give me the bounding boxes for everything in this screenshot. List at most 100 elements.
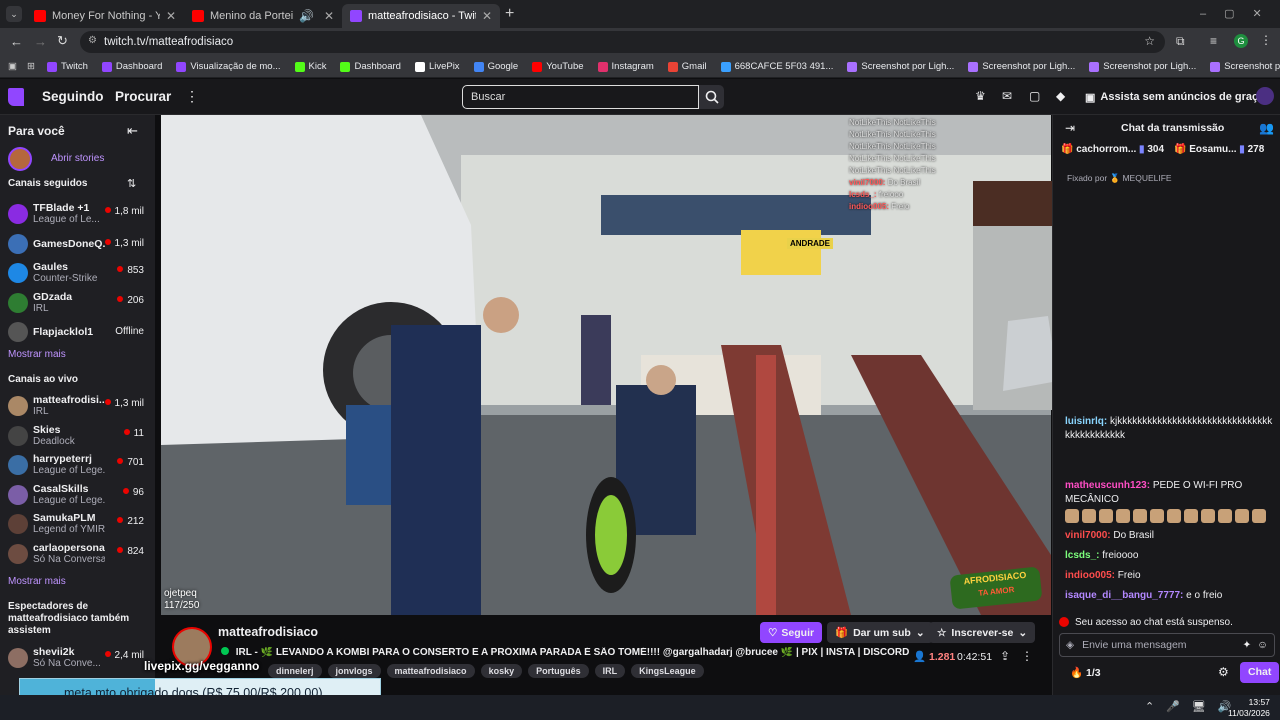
profile-avatar[interactable]: G — [1234, 34, 1248, 48]
collapse-sidebar-icon[interactable]: ⇤ — [127, 123, 138, 139]
menu-icon[interactable]: ⋮ — [1260, 33, 1272, 47]
bits-icon[interactable]: ◆ — [1056, 89, 1065, 103]
twitch-logo-icon[interactable] — [8, 88, 24, 106]
sidebar-channel-item[interactable]: Gaules Counter-Strike 853 — [8, 260, 148, 288]
bookmark-item[interactable]: Twitch — [46, 61, 88, 72]
bookmark-item[interactable]: Screenshot por Ligh... — [847, 61, 954, 72]
show-more-live[interactable]: Mostrar mais — [8, 576, 66, 587]
prime-crown-icon[interactable]: ♛ — [975, 89, 986, 103]
sidebar-channel-item[interactable]: Skies Deadlock 11 — [8, 423, 148, 451]
user-avatar[interactable] — [1256, 87, 1274, 105]
stream-tag[interactable]: IRL — [594, 664, 626, 678]
channel-name[interactable]: matteafrodisiaco — [218, 625, 318, 639]
site-info-icon[interactable]: ⚙ — [88, 35, 97, 46]
follow-button[interactable]: ♡ Seguir — [760, 622, 823, 643]
collapse-chat-icon[interactable]: ⇥ — [1065, 121, 1075, 135]
url-field[interactable]: ⚙ twitch.tv/matteafrodisiaco ☆ — [80, 31, 1165, 53]
chat-send-button[interactable]: Chat — [1240, 662, 1280, 683]
chat-username[interactable]: indioo005: — [1065, 570, 1115, 581]
browser-tab-3[interactable]: matteafrodisiaco - Twitch ✕ — [342, 4, 500, 28]
bookmark-item[interactable]: Kick — [294, 61, 326, 72]
close-icon[interactable]: ✕ — [324, 9, 334, 23]
clock[interactable]: 13:57 11/03/2026 — [1228, 697, 1270, 719]
chat-username[interactable]: matheuscunh123: — [1065, 480, 1150, 491]
more-icon[interactable]: ⋮ — [185, 88, 199, 105]
sidebar-channel-item[interactable]: matteafrodisi... IRL 1,3 mil — [8, 393, 148, 421]
nav-browse[interactable]: Procurar — [115, 89, 171, 104]
stream-tag[interactable]: KingsLeague — [631, 664, 704, 678]
subscribe-button[interactable]: ☆ Inscrever-se ⌄ — [929, 622, 1036, 643]
window-controls[interactable]: –▢✕ — [1200, 7, 1280, 20]
stream-tag[interactable]: Português — [528, 664, 589, 678]
chat-settings-icon[interactable]: ⚙ — [1218, 665, 1229, 679]
new-tab-button[interactable]: + — [505, 5, 514, 23]
leaderboard[interactable]: 🎁 cachorrom... ▮ 304 🎁 Eosamu... ▮ 278 — [1061, 144, 1273, 155]
bookmark-item[interactable]: Dashboard — [101, 61, 162, 72]
close-icon[interactable]: ✕ — [482, 9, 492, 23]
community-icon[interactable]: 👥 — [1259, 121, 1274, 135]
stream-tag[interactable]: matteafrodisiaco — [386, 664, 475, 678]
stream-tag[interactable]: kosky — [480, 664, 523, 678]
stream-tag[interactable]: jonvlogs — [327, 664, 381, 678]
sort-icon[interactable]: ⇅ — [127, 177, 136, 190]
bookmark-item[interactable]: YouTube — [532, 61, 584, 72]
search-input[interactable]: Buscar — [462, 85, 699, 109]
bookmark-item[interactable]: Dashboard — [340, 61, 401, 72]
chat-username[interactable]: luisinrlq: — [1065, 416, 1107, 427]
bookmark-favicon-icon — [667, 61, 678, 72]
bookmark-manager-icon[interactable]: ▣ — [8, 61, 17, 72]
reload-icon[interactable]: ↻ — [57, 33, 68, 49]
tab-search-button[interactable]: ⌄ — [6, 6, 22, 22]
sidebar-channel-item[interactable]: CasalSkills League of Lege... 96 — [8, 482, 148, 510]
bookmark-item[interactable]: Screenshot por Ligh... — [1089, 61, 1196, 72]
channel-points[interactable]: 🔥 1/3 — [1070, 666, 1101, 679]
whispers-icon[interactable]: ▢ — [1029, 89, 1040, 103]
browser-tab-1[interactable]: Money For Nothing - YouTube ✕ — [26, 4, 184, 28]
tab-title: Menino da Porteira Versão Dire — [210, 10, 293, 22]
chat-username[interactable]: vinil7000: — [1065, 530, 1111, 541]
show-more-followed[interactable]: Mostrar mais — [8, 349, 66, 360]
sidebar-channel-item[interactable]: GDzada IRL 206 — [8, 290, 148, 318]
sidebar-channel-item[interactable]: TFBlade +1 League of Le... 1,8 mil — [8, 201, 148, 229]
open-stories-link[interactable]: Abrir stories — [51, 153, 104, 164]
bookmark-item[interactable]: 668CAFCE 5F03 491... — [720, 61, 833, 72]
chat-username[interactable]: lcsds_: — [1065, 550, 1099, 561]
bookmark-star-icon[interactable]: ☆ — [1144, 34, 1155, 48]
sidebar-channel-item[interactable]: SamukaPLM Legend of YMIR 212 — [8, 511, 148, 539]
inbox-icon[interactable]: ✉ — [1002, 89, 1012, 103]
stream-tag[interactable]: dinnelerj — [268, 664, 322, 678]
stories-avatar[interactable] — [8, 147, 32, 171]
close-icon[interactable]: ✕ — [166, 9, 176, 23]
speaker-icon[interactable]: 🔊 — [299, 9, 314, 23]
gift-sub-button[interactable]: 🎁 Dar um sub ⌄ — [827, 622, 933, 643]
sidebar-channel-item[interactable]: GamesDoneQ... 1,3 mil — [8, 231, 148, 259]
extensions-icon[interactable]: ⧉ — [1176, 34, 1185, 49]
video-player[interactable]: ANDRADE NotLikeThis NotLikeThis NotLikeTh… — [161, 115, 1051, 615]
media-icon[interactable]: ≡ — [1210, 34, 1217, 48]
bookmark-item[interactable]: Google — [473, 61, 518, 72]
more-options-icon[interactable]: ⋮ — [1021, 649, 1033, 663]
emote-icon[interactable]: ☺ — [1257, 639, 1268, 651]
sidebar-channel-item[interactable]: shevii2k Só Na Conve... 2,4 mil — [8, 645, 148, 673]
back-icon[interactable]: ← — [10, 34, 23, 49]
forward-icon[interactable]: → — [34, 34, 47, 49]
bookmark-item[interactable]: Screenshot por Ligh... — [1210, 61, 1280, 72]
bookmark-item[interactable]: LivePix — [414, 61, 460, 72]
search-button[interactable] — [699, 85, 724, 109]
bookmark-item[interactable]: Gmail — [667, 61, 707, 72]
browser-tab-2[interactable]: Menino da Porteira Versão Dire 🔊 ✕ — [184, 4, 342, 28]
turbo-button[interactable]: ▣ Assista sem anúncios de graça — [1079, 87, 1270, 107]
chat-input[interactable]: ◈ Envie uma mensagem ✦ ☺ — [1059, 633, 1275, 657]
bookmark-item[interactable]: Visualização de mo... — [176, 61, 281, 72]
apps-icon[interactable]: ⊞ — [27, 61, 35, 72]
nav-following[interactable]: Seguindo — [42, 89, 104, 104]
chat-username[interactable]: isaque_di__bangu_7777: — [1065, 590, 1183, 601]
sidebar-channel-item[interactable]: harrypeterrj League of Lege... 701 — [8, 452, 148, 480]
sidebar-channel-item[interactable]: carlaopersonal Só Na Conversa 824 — [8, 541, 148, 569]
bits-cheer-icon[interactable]: ✦ — [1242, 639, 1251, 651]
share-icon[interactable]: ⇪ — [1000, 649, 1010, 663]
bookmark-item[interactable]: Screenshot por Ligh... — [968, 61, 1075, 72]
sidebar-channel-item[interactable]: Flapjacklol1 Offline — [8, 319, 148, 347]
bookmark-item[interactable]: Instagram — [597, 61, 654, 72]
badge-icon[interactable]: ◈ — [1066, 639, 1074, 651]
